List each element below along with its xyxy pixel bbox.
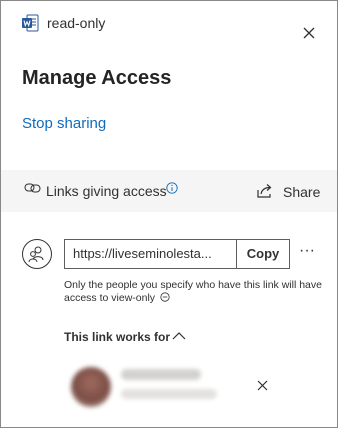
link-url-field[interactable]: https://liveseminolesta... [64, 239, 237, 269]
share-label: Share [283, 184, 321, 200]
minus-circle-icon [160, 292, 170, 302]
stop-sharing-link[interactable]: Stop sharing [22, 115, 106, 132]
copy-button[interactable]: Copy [237, 239, 290, 269]
page-title: Manage Access [22, 67, 172, 89]
more-options-button[interactable]: ··· [297, 243, 317, 259]
share-button[interactable]: Share [257, 182, 323, 202]
person-avatar [71, 367, 111, 407]
manage-access-panel: read-only Manage Access Stop sharing Lin… [0, 0, 338, 428]
share-icon [257, 184, 272, 198]
remove-person-icon[interactable] [257, 380, 268, 391]
word-document-icon [22, 14, 39, 32]
info-icon[interactable] [166, 182, 178, 194]
close-icon[interactable] [301, 25, 317, 41]
links-section-header: Links giving access Share [1, 170, 337, 212]
link-description: Only the people you specify who have thi… [64, 279, 324, 305]
people-icon [28, 246, 44, 263]
chevron-up-icon[interactable] [172, 331, 186, 340]
link-description-text: Only the people you specify who have thi… [64, 279, 322, 304]
file-name: read-only [47, 15, 106, 31]
links-giving-access-label: Links giving access [46, 183, 167, 199]
person-name-redacted [121, 369, 201, 380]
panel-header: read-only Manage Access Stop sharing [1, 1, 337, 170]
specific-people-icon [22, 239, 52, 269]
link-works-for-label: This link works for [64, 330, 171, 344]
link-icon [24, 183, 41, 193]
person-email-redacted [121, 389, 217, 399]
